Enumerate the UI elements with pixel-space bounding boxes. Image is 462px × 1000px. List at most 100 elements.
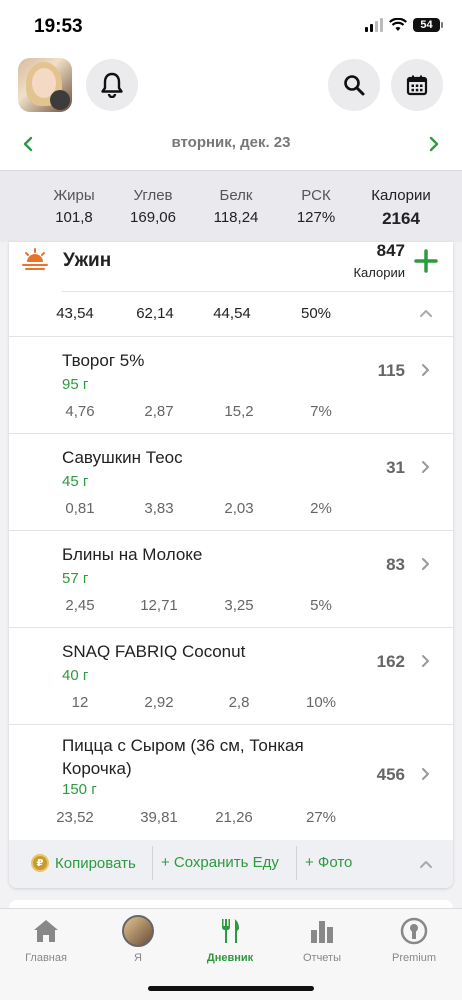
tab-label: Я [134, 952, 142, 964]
search-button[interactable] [328, 59, 380, 111]
save-food-button[interactable]: + Сохранить Еду [161, 854, 279, 871]
food-name: Савушкин Теос [62, 448, 183, 467]
profile-avatar[interactable] [18, 58, 72, 112]
notifications-button[interactable] [86, 59, 138, 111]
food-macro-rdi: 10% [305, 694, 337, 711]
food-calories: 115 [377, 361, 405, 380]
sunset-icon [22, 248, 48, 270]
food-macro-carbs: 39,81 [140, 809, 178, 826]
food-macro-carbs: 2,87 [144, 403, 174, 420]
tab-label: Дневник [206, 952, 254, 964]
food-item[interactable]: Савушкин Теос 45 г 31 0,81 3,83 2,03 2% [9, 434, 453, 531]
calendar-button[interactable] [391, 59, 443, 111]
tab-diary[interactable]: Дневник [190, 915, 270, 964]
tab-home[interactable]: Главная [6, 915, 86, 964]
add-photo-label: + Фото [305, 854, 353, 871]
top-bar: вторник, дек. 23 [0, 52, 462, 170]
meal-title: Ужин [63, 250, 112, 271]
tab-label: Главная [25, 952, 67, 964]
food-macro-rdi: 2% [310, 500, 332, 517]
food-macro-carbs: 2,92 [144, 694, 174, 711]
food-name: SNAQ FABRIQ Coconut [62, 642, 246, 661]
food-calories: 31 [386, 458, 405, 477]
summary-label: Калории [371, 187, 431, 204]
signal-icon [365, 18, 383, 32]
summary-rdi: РСК 127% [276, 187, 356, 226]
chevron-up-icon[interactable] [419, 859, 433, 869]
food-name: Блины на Молоке [62, 545, 203, 564]
food-macro-rdi: 5% [310, 597, 332, 614]
chevron-up-icon[interactable] [419, 308, 433, 318]
summary-value: 101,8 [55, 209, 93, 226]
summary-protein: Белк 118,24 [196, 187, 276, 226]
meal-macro-carbs: 62,14 [136, 305, 174, 322]
food-macro-protein: 2,03 [224, 500, 254, 517]
food-macro-carbs: 3,83 [144, 500, 174, 517]
avatar [122, 915, 154, 947]
meal-header[interactable]: Ужин 847 Калории [9, 242, 453, 292]
food-macro-fat: 4,76 [65, 403, 95, 420]
food-macro-rdi: 27% [305, 809, 337, 826]
divider [62, 291, 453, 292]
premium-icon [400, 917, 428, 945]
tab-reports[interactable]: Отчеты [282, 915, 362, 964]
date-navigator: вторник, дек. 23 [0, 130, 462, 160]
food-macro-fat: 0,81 [65, 500, 95, 517]
food-calories: 162 [376, 652, 405, 671]
summary-carbs: Углев 169,06 [113, 187, 193, 226]
meal-macro-rdi: 50% [300, 305, 332, 322]
add-food-button[interactable] [413, 248, 439, 274]
food-calories: 83 [386, 555, 405, 574]
copy-button[interactable]: ₽ Копировать [31, 854, 136, 872]
food-quantity: 57 г [62, 570, 89, 587]
summary-fat: Жиры 101,8 [34, 187, 114, 226]
food-quantity: 40 г [62, 667, 89, 684]
home-icon [34, 920, 58, 942]
food-item[interactable]: SNAQ FABRIQ Coconut 40 г 162 12 2,92 2,8… [9, 628, 453, 725]
food-macro-fat: 12 [71, 694, 89, 711]
meal-macro-protein: 44,54 [213, 305, 251, 322]
chevron-right-icon [422, 655, 429, 667]
chevron-right-icon [422, 768, 429, 780]
divider [296, 846, 297, 880]
summary-value: 2164 [382, 209, 420, 228]
add-photo-button[interactable]: + Фото [305, 854, 352, 871]
tab-premium[interactable]: Premium [374, 915, 454, 964]
home-indicator [148, 986, 314, 991]
chevron-right-icon [429, 136, 439, 152]
food-macro-rdi: 7% [310, 403, 332, 420]
meal-card-dinner: Ужин 847 Калории 43,54 62,14 44,54 50% Т… [9, 242, 453, 888]
food-calories: 456 [376, 765, 405, 784]
summary-label: РСК [301, 187, 331, 204]
food-item[interactable]: Творог 5% 95 г 115 4,76 2,87 15,2 7% [9, 337, 453, 434]
meal-macros-row[interactable]: 43,54 62,14 44,54 50% [9, 294, 453, 334]
chevron-right-icon [422, 558, 429, 570]
food-quantity: 150 г [62, 781, 97, 798]
tab-label: Отчеты [302, 952, 342, 964]
status-time: 19:53 [34, 16, 83, 37]
chevron-right-icon [422, 364, 429, 376]
status-bar: 19:53 54 [0, 0, 462, 52]
chevron-right-icon [422, 461, 429, 473]
food-macro-carbs: 12,71 [140, 597, 178, 614]
summary-value: 127% [296, 209, 336, 226]
food-item[interactable]: Пицца с Сыром (36 см, Тонкая Корочка) 15… [9, 725, 453, 840]
fork-knife-icon [222, 919, 239, 943]
food-item[interactable]: Блины на Молоке 57 г 83 2,45 12,71 3,25 … [9, 531, 453, 628]
food-macro-fat: 23,52 [56, 809, 94, 826]
food-macro-protein: 2,8 [228, 694, 250, 711]
summary-label: Жиры [53, 187, 95, 204]
current-date[interactable]: вторник, дек. 23 [0, 134, 462, 151]
summary-label: Углев [133, 187, 173, 204]
food-quantity: 45 г [62, 473, 89, 490]
daily-summary: Жиры 101,8 Углев 169,06 Белк 118,24 РСК … [0, 170, 462, 242]
bell-icon [101, 72, 123, 98]
food-name: Пицца с Сыром (36 см, Тонкая Корочка) [62, 736, 304, 778]
summary-value: 118,24 [213, 209, 259, 226]
next-day-button[interactable] [422, 132, 446, 156]
copy-label: Копировать [55, 854, 136, 872]
food-quantity: 95 г [62, 376, 89, 393]
food-macro-protein: 15,2 [224, 403, 254, 420]
tab-me[interactable]: Я [98, 915, 178, 964]
meal-calories-label: Калории [353, 265, 405, 280]
